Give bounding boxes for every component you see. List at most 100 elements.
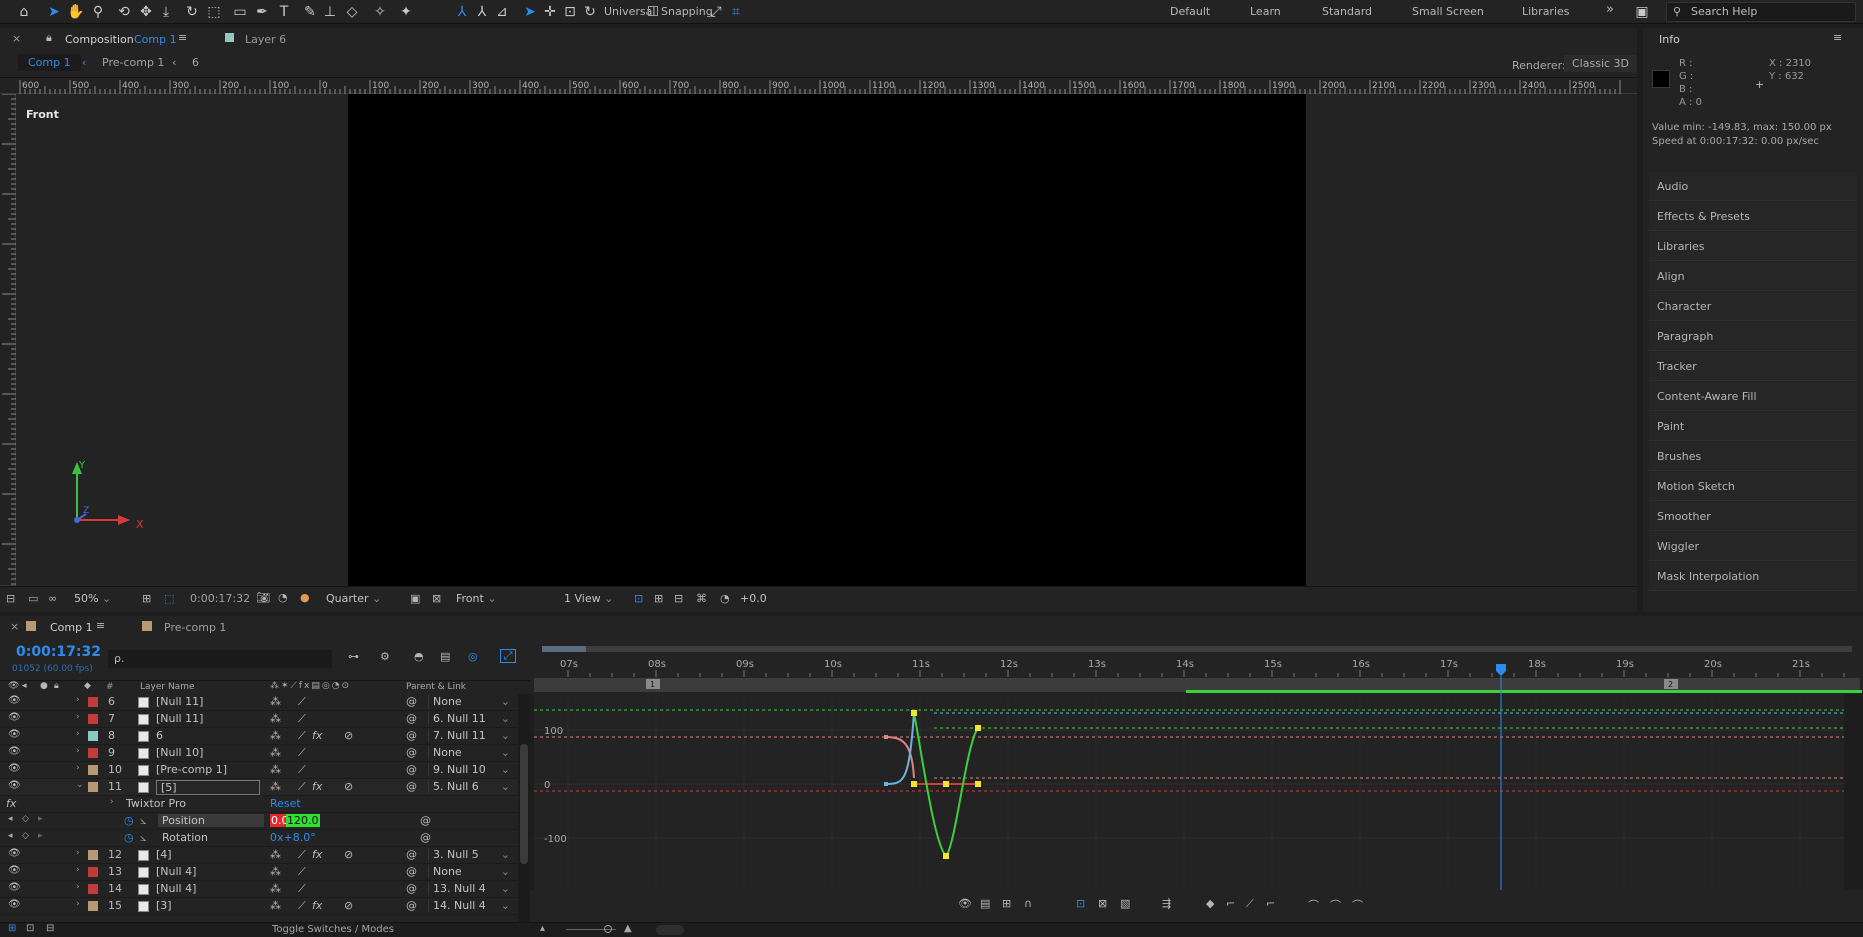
view-layout-dropdown[interactable]: 1 View — [564, 592, 624, 608]
breadcrumb-layer6[interactable]: 6 — [192, 56, 199, 69]
eraser-tool-icon[interactable]: ◇ — [342, 2, 362, 22]
timeline-scroll[interactable] — [656, 925, 684, 935]
twirl-icon[interactable]: › — [76, 882, 80, 892]
fx-switch-icon[interactable]: fx — [312, 899, 322, 912]
shy-layers-icon[interactable]: ◓ — [414, 650, 424, 663]
local-axis-icon[interactable]: ⅄ — [452, 2, 472, 22]
always-preview-icon[interactable]: ⊟ — [6, 592, 15, 605]
orbit-camera-icon[interactable]: ⟲ — [114, 2, 134, 22]
home-icon[interactable]: ⌂ — [14, 2, 34, 22]
close-tab-icon[interactable]: × — [12, 32, 21, 45]
parent-dropdown[interactable]: 3. Null 5 ⌄ — [428, 848, 512, 861]
shy-switch-icon[interactable]: ⁂ — [270, 780, 281, 793]
snapshot-icon[interactable]: 📷︎ — [256, 591, 270, 604]
quality-switch-icon[interactable]: ⟋ — [298, 712, 306, 726]
transfer-icon[interactable]: ⊟ — [46, 923, 54, 934]
layer-name[interactable]: [4] — [156, 848, 172, 861]
pickwhip-icon[interactable]: @ — [406, 882, 417, 895]
eye-icon[interactable]: 👁︎ — [8, 729, 21, 740]
quality-switch-icon[interactable]: ⟋ — [298, 763, 306, 777]
rectangle-tool-icon[interactable]: ▭ — [230, 2, 250, 22]
grid-icon[interactable]: ⬚ — [164, 592, 174, 605]
composition-canvas[interactable] — [348, 94, 1306, 586]
layer-name[interactable]: [Null 10] — [156, 746, 203, 759]
view-axis-icon[interactable]: ⊿ — [492, 2, 512, 22]
layer-row[interactable]: 👁︎ › 12 [4] ⁂ ⟋ fx ⊘ @3. Null 5 ⌄ — [0, 847, 518, 864]
zoom-slider-handle[interactable] — [604, 925, 612, 933]
reset-exposure-icon[interactable]: ◔ — [720, 592, 730, 605]
position-y-value[interactable]: 120.0 — [286, 814, 320, 827]
layer-row[interactable]: 👁︎ › 15 [3] ⁂ ⟋ fx ⊘ @14. Null 4 ⌄ — [0, 898, 518, 915]
fx-switch-icon[interactable]: fx — [312, 848, 322, 861]
layer-name[interactable]: [Null 4] — [156, 882, 196, 895]
panel-wiggler[interactable]: Wiggler — [1649, 532, 1857, 561]
next-keyframe-icon[interactable]: ▸ — [38, 831, 43, 841]
timeline-tab-comp1[interactable]: Comp 1 — [50, 621, 93, 634]
snap-options-icon[interactable]: ⤢ — [706, 2, 726, 22]
property-row[interactable]: ◂ ◇ ▸ ◷ ⦣ Position 0.0 120.0 @ — [0, 813, 518, 830]
composition-tab-label[interactable]: Composition — [65, 33, 134, 46]
parent-dropdown[interactable]: None ⌄ — [428, 865, 512, 878]
parent-dropdown[interactable]: 5. Null 6 ⌄ — [428, 780, 512, 793]
motion-blur-switch-icon[interactable]: ⊘ — [344, 729, 353, 742]
vr-icon[interactable]: ∞ — [48, 592, 57, 605]
layer-name[interactable]: [Null 4] — [156, 865, 196, 878]
fast-previews-icon[interactable]: ⊞ — [654, 592, 663, 605]
frame-blending-icon[interactable]: ▤ — [440, 650, 450, 663]
eye-icon[interactable]: 👁︎ — [8, 695, 21, 706]
graph-editor[interactable]: 100 0 -100 — [534, 694, 1844, 890]
panel-content-aware-fill[interactable]: Content-Aware Fill — [1649, 382, 1857, 411]
hand-tool-icon[interactable]: ✋ — [66, 2, 86, 22]
prev-keyframe-icon[interactable]: ◂ — [8, 814, 13, 824]
shy-switch-icon[interactable]: ⁂ — [270, 882, 281, 895]
quality-switch-icon[interactable]: ⟋ — [298, 695, 306, 709]
breadcrumb-comp1[interactable]: Comp 1 — [18, 54, 81, 71]
layer-name[interactable]: [Null 11] — [156, 695, 203, 708]
layer-row[interactable]: 👁︎ ⌄ 11 [5] ⁂ ⟋ fx ⊘ @5. Null 6 ⌄ — [0, 779, 518, 796]
layer-label-swatch[interactable] — [88, 748, 98, 758]
fit-selection-icon[interactable]: ⊠ — [1098, 897, 1107, 910]
twirl-icon[interactable]: › — [76, 899, 80, 909]
layer-label-swatch[interactable] — [88, 714, 98, 724]
expression-pickwhip-icon[interactable]: @ — [420, 814, 431, 827]
universal-move-icon[interactable]: ✛ — [540, 2, 560, 22]
twirl-icon[interactable]: › — [110, 797, 114, 807]
parent-dropdown[interactable]: 9. Null 10 ⌄ — [428, 763, 512, 776]
fx-switch-icon[interactable]: fx — [312, 729, 322, 742]
timeline-timecode[interactable]: 0:00:17:32 — [16, 644, 101, 660]
eye-icon[interactable]: 👁︎ — [8, 865, 21, 876]
panel-libraries[interactable]: Libraries — [1649, 232, 1857, 261]
twirl-icon[interactable]: › — [76, 763, 80, 773]
pan-behind-icon[interactable]: ⬚ — [204, 2, 224, 22]
scroll-thumb[interactable] — [520, 744, 528, 864]
shy-switch-icon[interactable]: ⁂ — [270, 746, 281, 759]
universal-rotate-icon[interactable]: ↻ — [580, 2, 600, 22]
universal-scale-icon[interactable]: ⊡ — [560, 2, 580, 22]
shy-switch-icon[interactable]: ⁂ — [270, 695, 281, 708]
panel-mask-interpolation[interactable]: Mask Interpolation — [1649, 562, 1857, 591]
selection-tool-icon[interactable]: ➤ — [44, 2, 64, 22]
twirl-icon[interactable]: › — [76, 695, 80, 705]
motion-blur-switch-icon[interactable]: ⊘ — [344, 848, 353, 861]
exposure-value[interactable]: +0.0 — [740, 592, 767, 608]
zoom-in-icon[interactable]: ▲ — [624, 923, 632, 934]
expand-icon[interactable]: ⊡ — [26, 923, 34, 934]
transparency-grid-icon[interactable]: ⊠ — [432, 592, 441, 605]
separate-dimensions-icon[interactable]: ⇶ — [1162, 897, 1171, 910]
layer-label-swatch[interactable] — [88, 765, 98, 775]
easy-ease-out-icon[interactable]: ⌒ — [1352, 897, 1363, 913]
snap-grid-icon[interactable]: ⌗ — [726, 2, 746, 22]
panel-motion-sketch[interactable]: Motion Sketch — [1649, 472, 1857, 501]
layer-search-input[interactable]: ρ. — [108, 650, 332, 668]
flowchart-icon[interactable]: ⌘ — [696, 592, 707, 605]
layer-label-swatch[interactable] — [88, 850, 98, 860]
comp-mini-flowchart-icon[interactable]: ⊶ — [348, 650, 359, 663]
parent-dropdown[interactable]: 6. Null 11 ⌄ — [428, 712, 512, 725]
panel-audio[interactable]: Audio — [1649, 172, 1857, 201]
easy-ease-in-icon[interactable]: ⌒ — [1330, 897, 1341, 913]
eye-icon[interactable]: 👁︎ — [8, 712, 21, 723]
stopwatch-icon[interactable]: ◷ — [124, 814, 134, 827]
graph-options-icon[interactable]: ▤ — [980, 897, 990, 910]
effect-row[interactable]: fx › Twixtor Pro Reset — [0, 796, 518, 813]
motion-blur-switch-icon[interactable]: ⊘ — [344, 899, 353, 912]
